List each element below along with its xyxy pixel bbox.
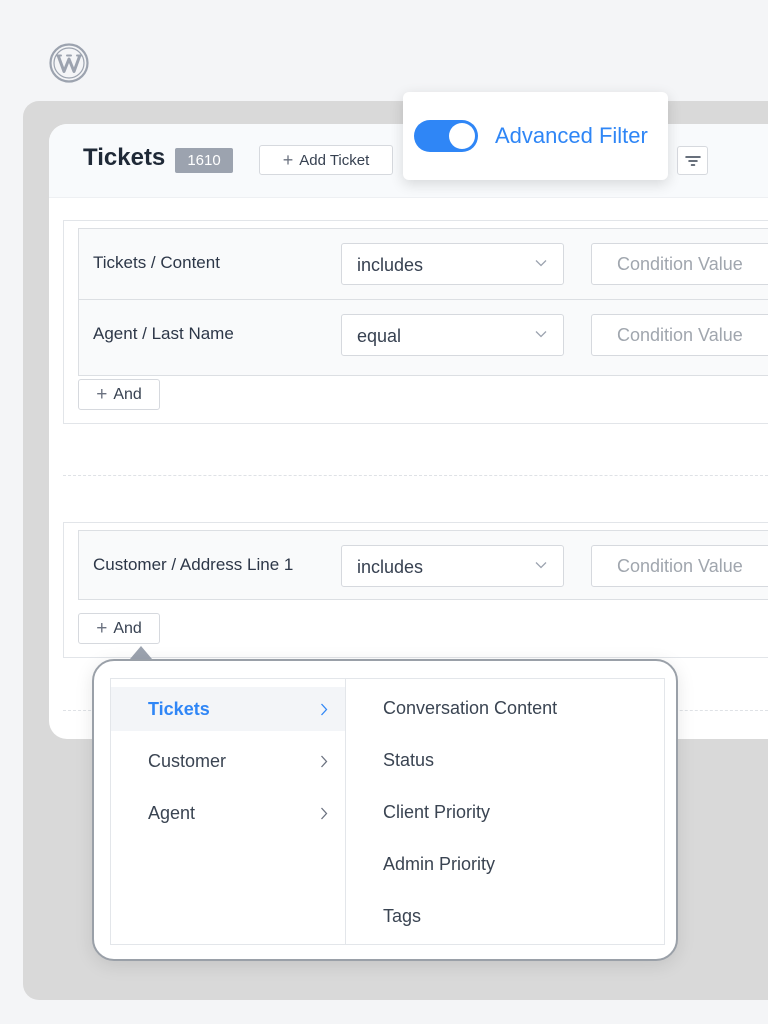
filter-field-label: Tickets / Content bbox=[93, 253, 220, 272]
add-and-condition-button[interactable]: + And bbox=[78, 613, 160, 644]
advanced-filter-toggle[interactable] bbox=[414, 120, 478, 152]
page-title: Tickets bbox=[83, 144, 166, 171]
filter-button[interactable] bbox=[677, 146, 708, 175]
operator-value: includes bbox=[357, 557, 424, 577]
tickets-panel: Tickets 1610 + Add Ticket Tickets / Cont… bbox=[49, 124, 768, 739]
chevron-down-icon bbox=[535, 562, 547, 569]
field-option[interactable]: Status bbox=[383, 750, 434, 771]
category-item-tickets[interactable]: Tickets bbox=[111, 687, 345, 731]
field-option[interactable]: Admin Priority bbox=[383, 854, 495, 875]
operator-value: equal bbox=[357, 326, 402, 346]
wordpress-logo-icon bbox=[49, 43, 89, 83]
condition-value-input[interactable] bbox=[591, 545, 768, 587]
toggle-knob bbox=[449, 123, 475, 149]
operator-select[interactable]: includes bbox=[341, 243, 564, 285]
add-ticket-label: Add Ticket bbox=[299, 151, 370, 169]
filter-row: Agent / Last Name equal bbox=[79, 299, 768, 369]
field-option[interactable]: Tags bbox=[383, 906, 421, 927]
category-item-agent[interactable]: Agent bbox=[111, 791, 345, 835]
filter-field-label: Customer / Address Line 1 bbox=[93, 555, 294, 574]
group-separator bbox=[63, 475, 768, 476]
category-label: Agent bbox=[148, 803, 196, 823]
filter-lines-icon bbox=[684, 155, 701, 166]
and-label: And bbox=[113, 385, 142, 403]
filter-rows: Tickets / Content includes Agent / Last … bbox=[78, 228, 768, 376]
add-and-condition-button[interactable]: + And bbox=[78, 379, 160, 410]
advanced-filter-popover: Advanced Filter bbox=[403, 92, 668, 180]
condition-value-input[interactable] bbox=[591, 314, 768, 356]
chevron-down-icon bbox=[535, 260, 547, 267]
and-label: And bbox=[113, 619, 142, 637]
filter-field-label: Agent / Last Name bbox=[93, 324, 234, 343]
plus-icon: + bbox=[96, 384, 108, 405]
field-option[interactable]: Client Priority bbox=[383, 802, 490, 823]
ticket-count-badge: 1610 bbox=[175, 148, 233, 173]
filter-row: Tickets / Content includes bbox=[79, 229, 768, 299]
field-option[interactable]: Conversation Content bbox=[383, 698, 557, 719]
condition-value-input[interactable] bbox=[591, 243, 768, 285]
field-picker-body: Tickets Customer Agent Conversation Cont… bbox=[110, 678, 665, 945]
filter-row: Customer / Address Line 1 includes bbox=[79, 531, 768, 601]
operator-value: includes bbox=[357, 255, 424, 275]
plus-icon: + bbox=[96, 618, 108, 639]
category-label: Tickets bbox=[148, 699, 210, 719]
filter-rows: Customer / Address Line 1 includes bbox=[78, 530, 768, 600]
category-item-customer[interactable]: Customer bbox=[111, 739, 345, 783]
category-column: Tickets Customer Agent bbox=[111, 679, 346, 944]
chevron-down-icon bbox=[535, 331, 547, 338]
field-picker-dropdown: Tickets Customer Agent Conversation Cont… bbox=[92, 659, 678, 961]
chevron-right-icon bbox=[321, 807, 328, 820]
dropdown-caret bbox=[130, 646, 152, 659]
filter-group-2: Customer / Address Line 1 includes + And bbox=[63, 522, 768, 658]
add-ticket-button[interactable]: + Add Ticket bbox=[259, 145, 393, 175]
filter-group-1: Tickets / Content includes Agent / Last … bbox=[63, 220, 768, 424]
operator-select[interactable]: equal bbox=[341, 314, 564, 356]
plus-icon: + bbox=[282, 150, 294, 170]
chevron-right-icon bbox=[321, 703, 328, 716]
category-label: Customer bbox=[148, 751, 227, 771]
advanced-filter-label: Advanced Filter bbox=[495, 123, 648, 148]
chevron-right-icon bbox=[321, 755, 328, 768]
operator-select[interactable]: includes bbox=[341, 545, 564, 587]
